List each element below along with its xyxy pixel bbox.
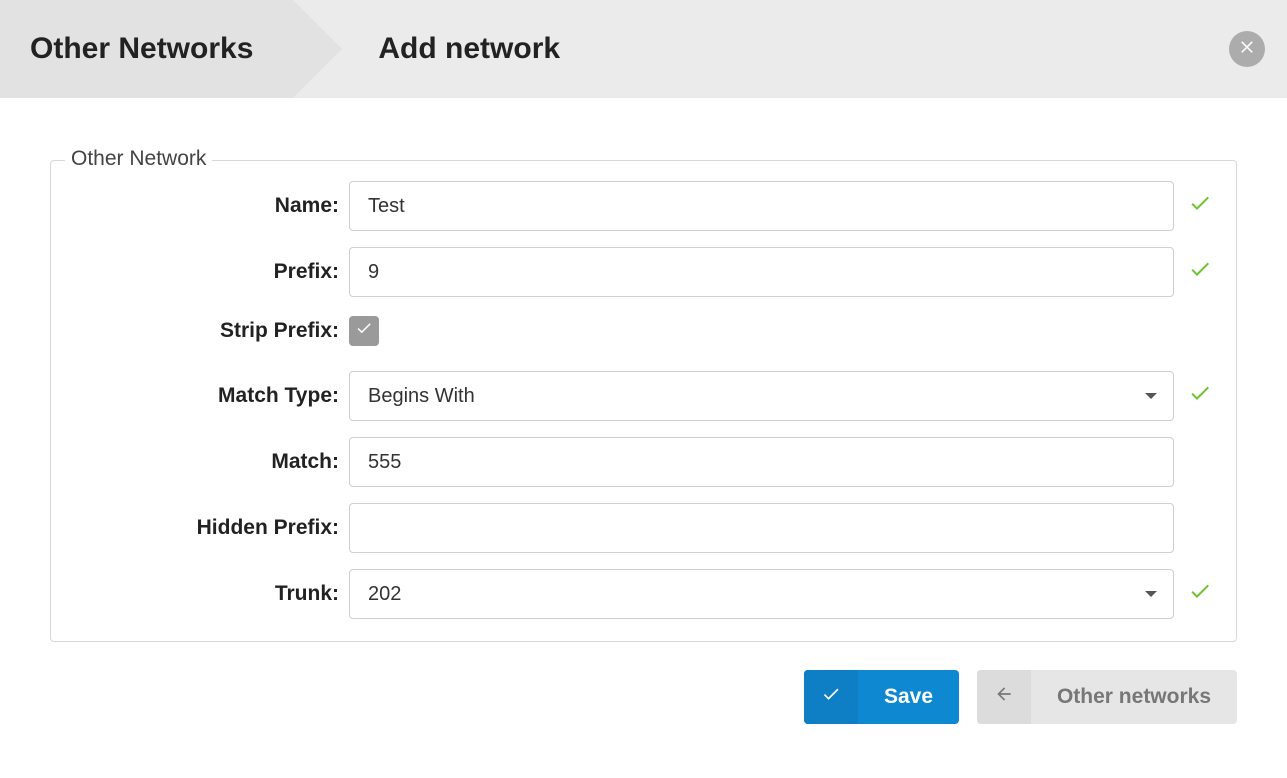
back-icon-box — [977, 670, 1031, 724]
strip-prefix-label: Strip Prefix: — [69, 319, 349, 343]
name-input[interactable] — [349, 181, 1174, 231]
row-match: Match: — [69, 437, 1218, 487]
check-icon — [821, 684, 841, 710]
prefix-input[interactable] — [349, 247, 1174, 297]
match-type-label: Match Type: — [69, 384, 349, 408]
prefix-valid-icon — [1182, 257, 1218, 287]
save-button-label: Save — [858, 685, 959, 709]
other-network-fieldset: Other Network Name: Prefix: Strip Prefix… — [50, 160, 1237, 642]
caret-down-icon — [1145, 393, 1157, 399]
fieldset-legend: Other Network — [65, 147, 212, 171]
match-input[interactable] — [349, 437, 1174, 487]
check-icon — [1188, 579, 1212, 609]
breadcrumb-root-label: Other Networks — [30, 32, 253, 66]
check-icon — [1188, 191, 1212, 221]
actions-bar: Save Other networks — [0, 642, 1287, 724]
header-bar: Other Networks Add network — [0, 0, 1287, 98]
back-button-label: Other networks — [1031, 685, 1237, 709]
match-type-valid-icon — [1182, 381, 1218, 411]
close-icon — [1238, 37, 1256, 61]
save-button[interactable]: Save — [804, 670, 959, 724]
trunk-select[interactable]: 202 — [349, 569, 1174, 619]
row-name: Name: — [69, 181, 1218, 231]
row-trunk: Trunk: 202 — [69, 569, 1218, 619]
check-icon — [1188, 257, 1212, 287]
arrow-left-icon — [994, 684, 1014, 710]
name-label: Name: — [69, 194, 349, 218]
caret-down-icon — [1145, 591, 1157, 597]
row-match-type: Match Type: Begins With — [69, 371, 1218, 421]
breadcrumb-root[interactable]: Other Networks — [0, 0, 293, 98]
row-hidden-prefix: Hidden Prefix: — [69, 503, 1218, 553]
trunk-valid-icon — [1182, 579, 1218, 609]
name-valid-icon — [1182, 191, 1218, 221]
form-wrap: Other Network Name: Prefix: Strip Prefix… — [0, 98, 1287, 642]
save-icon-box — [804, 670, 858, 724]
prefix-label: Prefix: — [69, 260, 349, 284]
trunk-value: 202 — [368, 583, 401, 606]
hidden-prefix-label: Hidden Prefix: — [69, 516, 349, 540]
match-type-select[interactable]: Begins With — [349, 371, 1174, 421]
back-button[interactable]: Other networks — [977, 670, 1237, 724]
match-label: Match: — [69, 450, 349, 474]
trunk-label: Trunk: — [69, 582, 349, 606]
row-prefix: Prefix: — [69, 247, 1218, 297]
match-type-value: Begins With — [368, 385, 475, 408]
check-icon — [355, 319, 373, 343]
row-strip-prefix: Strip Prefix: — [69, 313, 1218, 349]
close-button[interactable] — [1229, 31, 1265, 67]
hidden-prefix-input[interactable] — [349, 503, 1174, 553]
strip-prefix-checkbox[interactable] — [349, 316, 379, 346]
breadcrumb-current-label: Add network — [378, 32, 560, 65]
check-icon — [1188, 381, 1212, 411]
